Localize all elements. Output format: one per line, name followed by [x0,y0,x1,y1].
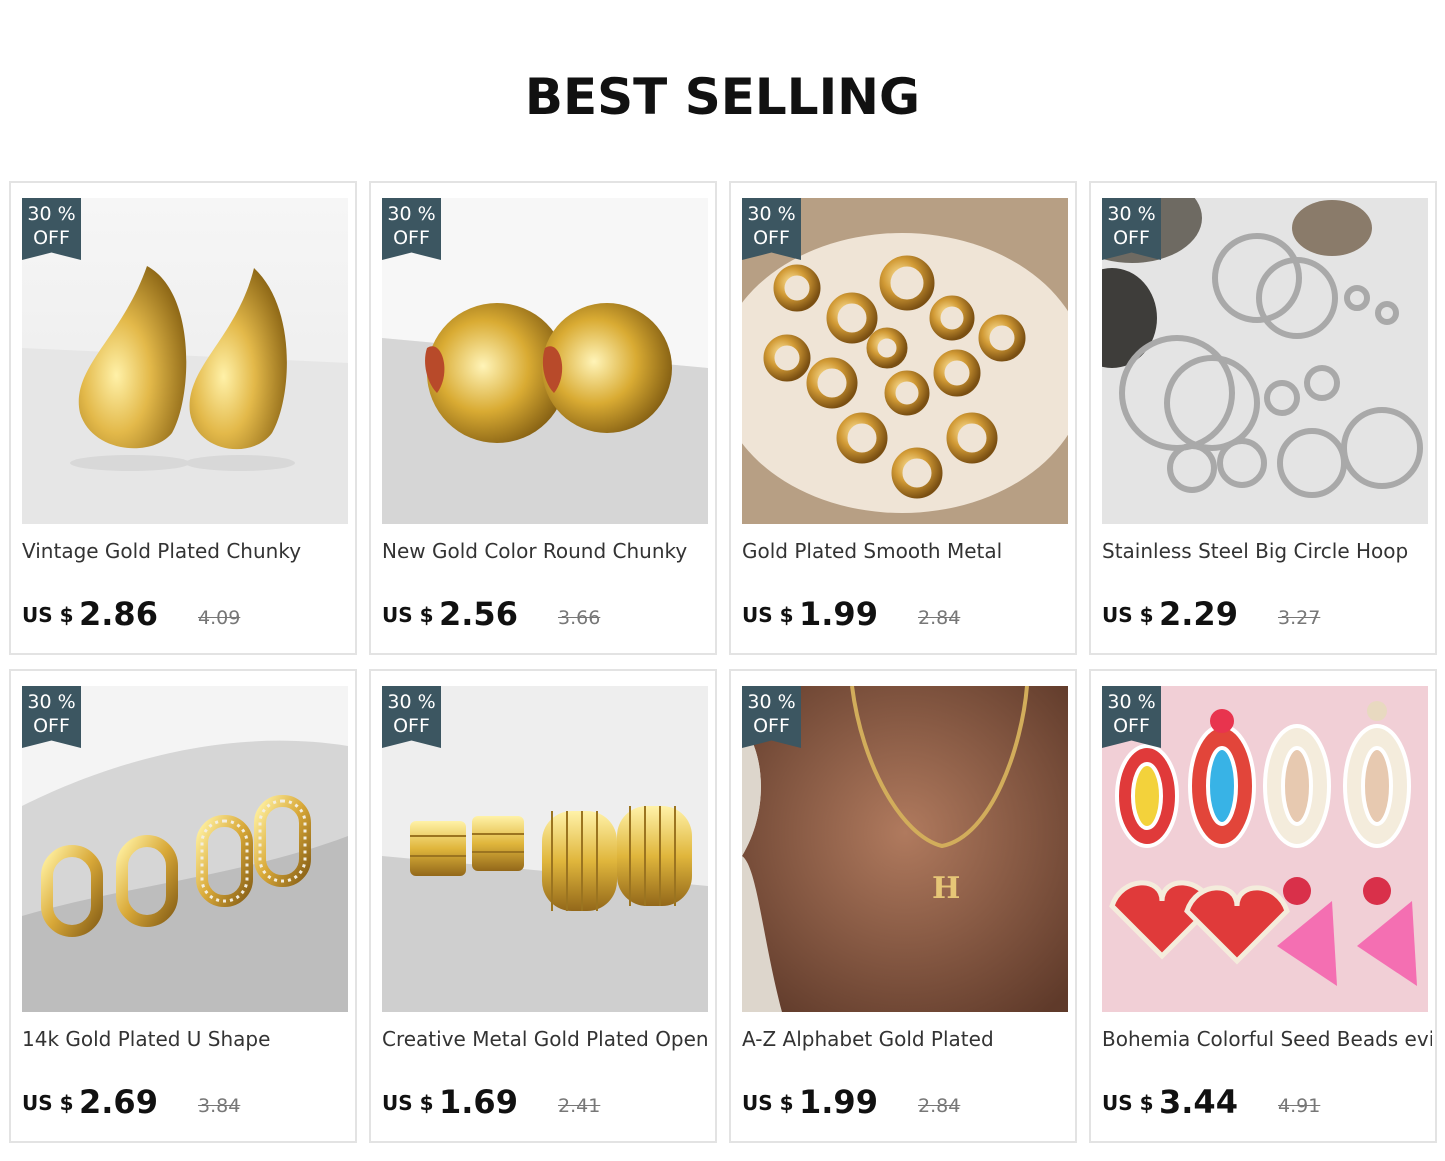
currency-label: US $ [742,603,794,627]
product-name[interactable]: Gold Plated Smooth Metal [742,539,1072,563]
sale-price: 2.56 [439,595,518,633]
sale-price: 2.86 [79,595,158,633]
original-price: 3.27 [1278,607,1321,629]
sale-price: 2.69 [79,1083,158,1121]
product-card[interactable]: 30 % OFF Vintage Gold Plated Chunky US $ … [9,181,357,655]
discount-badge: 30 % OFF [382,198,441,260]
currency-label: US $ [22,603,74,627]
product-name[interactable]: Bohemia Colorful Seed Beads evil [1102,1027,1432,1051]
original-price: 2.84 [918,1095,961,1117]
product-name[interactable]: A-Z Alphabet Gold Plated [742,1027,1072,1051]
original-price: 4.91 [1278,1095,1321,1117]
product-image[interactable]: 30 % OFF [742,198,1068,524]
price-row: US $ 2.86 4.09 [22,593,348,633]
product-name[interactable]: Creative Metal Gold Plated Open [382,1027,712,1051]
discount-badge: 30 % OFF [22,686,81,748]
sale-price: 1.69 [439,1083,518,1121]
product-card[interactable]: H 30 % OFF A-Z Alphabet Gold Plated US $ … [729,669,1077,1143]
currency-label: US $ [1102,1091,1154,1115]
product-card[interactable]: 30 % OFF Bohemia Colorful Seed Beads evil… [1089,669,1437,1143]
currency-label: US $ [382,603,434,627]
price-row: US $ 1.69 2.41 [382,1081,708,1121]
product-name[interactable]: New Gold Color Round Chunky [382,539,712,563]
original-price: 3.66 [558,607,601,629]
product-image[interactable]: 30 % OFF [1102,198,1428,524]
product-card[interactable]: 30 % OFF New Gold Color Round Chunky US $… [369,181,717,655]
discount-badge: 30 % OFF [742,686,801,748]
currency-label: US $ [1102,603,1154,627]
sale-price: 1.99 [799,595,878,633]
original-price: 2.84 [918,607,961,629]
discount-badge: 30 % OFF [22,198,81,260]
discount-badge: 30 % OFF [1102,686,1161,748]
product-card[interactable]: 30 % OFF 14k Gold Plated U Shape US $ 2.6… [9,669,357,1143]
original-price: 4.09 [198,607,241,629]
product-card[interactable]: 30 % OFF Stainless Steel Big Circle Hoop … [1089,181,1437,655]
svg-text:H: H [932,871,960,906]
currency-label: US $ [22,1091,74,1115]
discount-badge: 30 % OFF [1102,198,1161,260]
sale-price: 3.44 [1159,1083,1238,1121]
product-image[interactable]: 30 % OFF [22,198,348,524]
price-row: US $ 1.99 2.84 [742,1081,1068,1121]
product-image[interactable]: 30 % OFF [1102,686,1428,1012]
product-name[interactable]: Vintage Gold Plated Chunky [22,539,352,563]
product-image[interactable]: H 30 % OFF [742,686,1068,1012]
price-row: US $ 2.56 3.66 [382,593,708,633]
product-image[interactable]: 30 % OFF [382,686,708,1012]
product-image[interactable]: 30 % OFF [382,198,708,524]
product-name[interactable]: Stainless Steel Big Circle Hoop [1102,539,1432,563]
price-row: US $ 3.44 4.91 [1102,1081,1428,1121]
sale-price: 1.99 [799,1083,878,1121]
product-name[interactable]: 14k Gold Plated U Shape [22,1027,352,1051]
currency-label: US $ [742,1091,794,1115]
product-card[interactable]: 30 % OFF Gold Plated Smooth Metal US $ 1.… [729,181,1077,655]
original-price: 3.84 [198,1095,241,1117]
price-row: US $ 2.69 3.84 [22,1081,348,1121]
price-row: US $ 2.29 3.27 [1102,593,1428,633]
discount-badge: 30 % OFF [382,686,441,748]
price-row: US $ 1.99 2.84 [742,593,1068,633]
sale-price: 2.29 [1159,595,1238,633]
section-title: BEST SELLING [524,68,921,126]
product-card[interactable]: 30 % OFF Creative Metal Gold Plated Open … [369,669,717,1143]
original-price: 2.41 [558,1095,601,1117]
discount-badge: 30 % OFF [742,198,801,260]
product-image[interactable]: 30 % OFF [22,686,348,1012]
currency-label: US $ [382,1091,434,1115]
